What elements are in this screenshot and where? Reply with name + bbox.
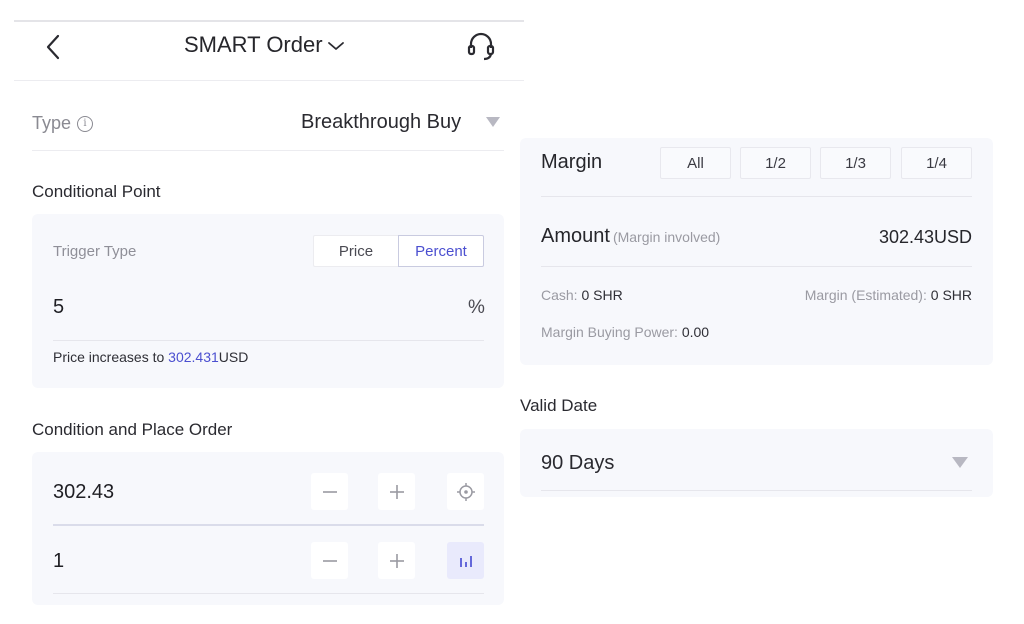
plus-icon bbox=[389, 484, 404, 499]
ratio-third-button[interactable]: 1/3 bbox=[820, 147, 891, 179]
type-select[interactable]: Breakthrough Buy bbox=[301, 111, 461, 134]
margin-divider bbox=[541, 196, 972, 197]
result-prefix: Price increases to bbox=[53, 349, 169, 365]
valid-date-underline bbox=[541, 490, 972, 491]
price-input-underline bbox=[53, 524, 484, 526]
header-bar: SMART Order bbox=[14, 22, 524, 82]
amount-label: Amount (Margin involved) bbox=[541, 225, 720, 248]
page-title: SMART Order bbox=[184, 32, 323, 57]
cash-label: Cash: bbox=[541, 287, 582, 303]
headset-icon bbox=[467, 32, 495, 61]
quantity-increment-button[interactable] bbox=[378, 542, 415, 579]
price-locate-button[interactable] bbox=[447, 473, 484, 510]
caret-down-icon[interactable] bbox=[952, 457, 968, 468]
condition-order-card bbox=[32, 452, 504, 605]
amount-divider bbox=[541, 266, 972, 267]
buying-power-value: 0.00 bbox=[681, 324, 710, 340]
condition-order-title: Condition and Place Order bbox=[32, 420, 233, 439]
customer-support-button[interactable] bbox=[466, 30, 496, 62]
trigger-percent-input[interactable]: 5 bbox=[53, 296, 64, 319]
amount-value: 302.43USD bbox=[878, 227, 972, 247]
conditional-point-title: Conditional Point bbox=[32, 182, 161, 201]
type-label-text: Type bbox=[32, 113, 72, 133]
header-divider bbox=[14, 80, 524, 81]
amount-label-text: Amount bbox=[541, 225, 610, 247]
trigger-type-label: Trigger Type bbox=[53, 243, 137, 260]
plus-icon bbox=[389, 553, 404, 568]
quantity-decrement-button[interactable] bbox=[311, 542, 348, 579]
ratio-half-button[interactable]: 1/2 bbox=[740, 147, 811, 179]
price-increment-button[interactable] bbox=[378, 473, 415, 510]
order-price-input[interactable]: 302.43 bbox=[53, 481, 114, 504]
info-icon[interactable]: i bbox=[77, 115, 94, 132]
order-type-switcher[interactable]: SMART Order bbox=[184, 32, 345, 58]
minus-icon bbox=[322, 559, 337, 562]
trigger-percent-option[interactable]: Percent bbox=[398, 235, 484, 267]
margin-estimated-label: Margin (Estimated): bbox=[804, 287, 931, 303]
bar-chart-icon bbox=[459, 555, 472, 567]
margin-estimated-value: 0 SHR bbox=[930, 287, 972, 303]
target-icon bbox=[456, 482, 475, 501]
minus-icon bbox=[322, 490, 337, 493]
quantity-chart-button[interactable] bbox=[447, 542, 484, 579]
caret-down-icon[interactable] bbox=[486, 117, 500, 127]
cash-value: 0 SHR bbox=[581, 287, 623, 303]
ratio-all-button[interactable]: All bbox=[660, 147, 731, 179]
price-decrement-button[interactable] bbox=[311, 473, 348, 510]
buying-power-info: Margin Buying Power: 0.00 bbox=[541, 324, 709, 340]
trigger-type-toggle: Price Percent bbox=[313, 235, 484, 267]
valid-date-label: Valid Date bbox=[520, 396, 598, 415]
trigger-input-underline bbox=[53, 340, 484, 341]
type-label: Type i bbox=[32, 113, 94, 134]
chevron-left-icon bbox=[46, 34, 60, 60]
result-price: 302.431 bbox=[168, 349, 219, 365]
ratio-quarter-button[interactable]: 1/4 bbox=[901, 147, 972, 179]
cash-info: Cash: 0 SHR bbox=[541, 287, 623, 303]
margin-label: Margin bbox=[541, 151, 603, 173]
percent-unit: % bbox=[468, 297, 485, 318]
result-currency: USD bbox=[218, 349, 249, 365]
amount-sublabel: (Margin involved) bbox=[612, 229, 721, 245]
order-quantity-input[interactable]: 1 bbox=[53, 550, 64, 573]
chevron-down-icon bbox=[327, 42, 344, 50]
type-divider bbox=[32, 150, 504, 151]
back-button[interactable] bbox=[42, 30, 66, 64]
trigger-price-result: Price increases to 302.431USD bbox=[53, 349, 248, 365]
trigger-price-option[interactable]: Price bbox=[313, 235, 398, 267]
margin-estimated-info: Margin (Estimated): 0 SHR bbox=[730, 287, 972, 303]
valid-date-select[interactable]: 90 Days bbox=[541, 452, 614, 475]
buying-power-label: Margin Buying Power: bbox=[541, 324, 682, 340]
quantity-input-underline bbox=[53, 593, 484, 594]
